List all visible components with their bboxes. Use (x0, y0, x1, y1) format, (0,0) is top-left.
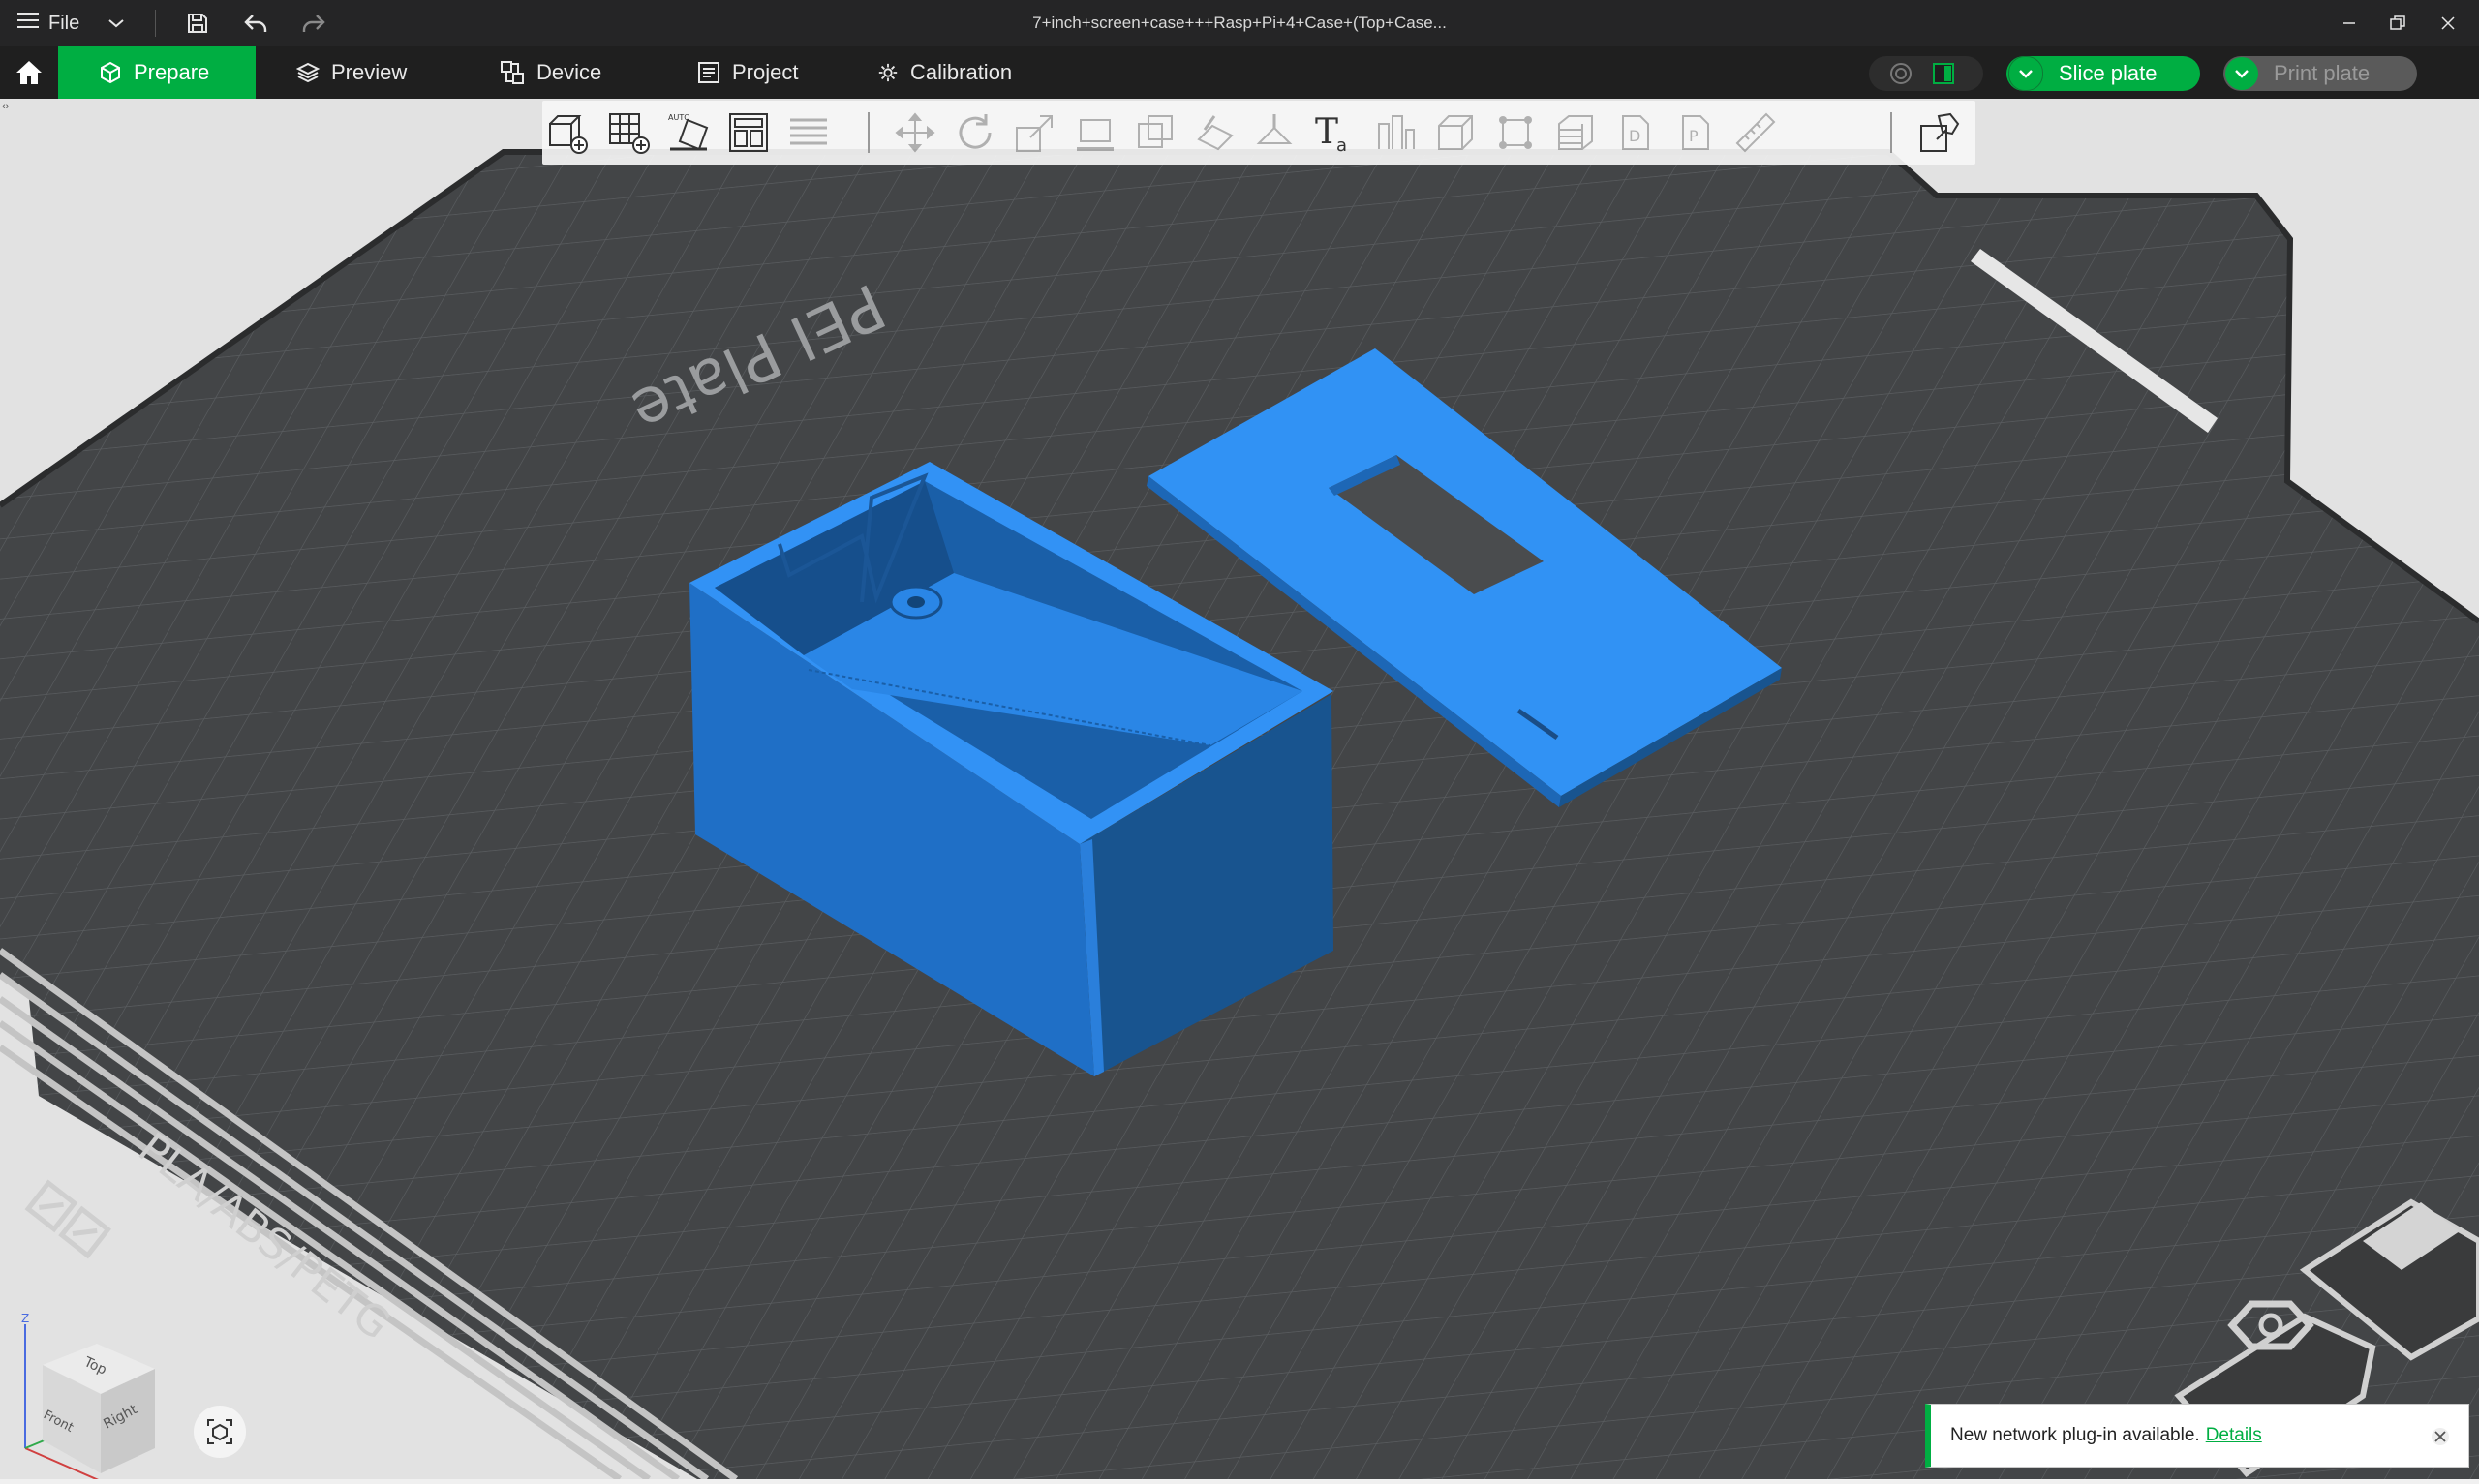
part-icon[interactable]: D (1611, 108, 1660, 157)
text-icon[interactable]: Ta (1311, 108, 1360, 157)
title-separator (155, 10, 156, 37)
tab-label: Preview (331, 60, 408, 84)
menu-icon[interactable] (17, 12, 39, 35)
redo-icon[interactable] (298, 8, 329, 39)
split-to-layers-icon[interactable] (784, 108, 833, 157)
restore-icon[interactable] (2374, 0, 2421, 46)
assembly-view-icon[interactable] (1915, 108, 1964, 157)
measure-box-icon[interactable] (1371, 108, 1420, 157)
print-plate-button[interactable]: Print plate (2223, 56, 2417, 91)
chevron-down-icon[interactable] (2225, 57, 2258, 90)
undo-icon[interactable] (240, 8, 271, 39)
title-bar: File 7+inch+screen+case+++Rasp+Pi+4+Case… (0, 0, 2479, 46)
notification-details-link[interactable]: Details (2206, 1425, 2262, 1446)
auto-orient-icon[interactable]: AUTO (664, 108, 713, 157)
calibration-icon (878, 63, 898, 82)
slice-plate-label: Slice plate (2059, 61, 2158, 85)
add-object-icon[interactable] (544, 108, 593, 157)
object-toolbar: AUTO Ta D P (542, 101, 1975, 165)
print-plate-label: Print plate (2274, 61, 2371, 85)
svg-text:D: D (1629, 127, 1640, 145)
variable-layer-icon[interactable] (1551, 108, 1600, 157)
z-axis-label: Z (21, 1312, 29, 1325)
fit-view-icon (207, 1419, 232, 1444)
home-icon (16, 61, 42, 84)
tab-label: Device (536, 60, 602, 84)
layers-icon (296, 62, 320, 83)
close-icon[interactable] (2424, 1420, 2457, 1453)
sidebar-expand-icon[interactable]: ‹› (2, 101, 17, 116)
build-plate-scene[interactable]: PEI Plate PLA/ABS/PETG (0, 99, 2479, 1479)
ruler-icon[interactable] (1731, 108, 1780, 157)
modifier-icon[interactable]: P (1671, 108, 1720, 157)
notification-message: New network plug-in available. (1950, 1425, 2200, 1445)
3d-viewport[interactable]: PEI Plate PLA/ABS/PETG (0, 99, 2479, 1479)
tab-label: Prepare (134, 60, 210, 84)
network-status-icon[interactable] (1888, 61, 1913, 86)
scale-icon[interactable] (1011, 108, 1059, 157)
tab-label: Calibration (910, 60, 1013, 84)
close-icon[interactable] (2425, 0, 2471, 46)
assembly-icon[interactable] (1431, 108, 1480, 157)
boolean-icon[interactable] (1191, 108, 1240, 157)
tab-project[interactable]: Project (697, 46, 798, 99)
brim-ears-icon[interactable] (1491, 108, 1540, 157)
chevron-down-icon[interactable] (2008, 56, 2043, 91)
svg-text:T: T (1315, 112, 1338, 152)
add-plate-icon[interactable] (604, 108, 653, 157)
tab-preview[interactable]: Preview (296, 46, 407, 99)
arrange-icon[interactable] (724, 108, 773, 157)
tab-prepare[interactable]: Prepare (58, 46, 256, 99)
slice-plate-button[interactable]: Slice plate (2006, 56, 2200, 91)
lay-on-face-icon[interactable] (1071, 108, 1119, 157)
plate-sidebar-icon[interactable] (1933, 63, 1954, 84)
save-icon[interactable] (182, 8, 213, 39)
minimize-icon[interactable] (2326, 0, 2372, 46)
tab-calibration[interactable]: Calibration (877, 46, 1012, 99)
plugin-notification: New network plug-in available. Details (1925, 1404, 2469, 1468)
chevron-down-icon[interactable] (101, 8, 132, 39)
move-icon[interactable] (891, 108, 939, 157)
tab-label: Project (732, 60, 799, 84)
main-nav: Prepare Preview Device Project Calibrati… (0, 46, 2479, 99)
toolbar-divider (1890, 112, 1892, 153)
cut-icon[interactable] (1131, 108, 1179, 157)
svg-text:P: P (1689, 127, 1699, 145)
window-title: 7+inch+screen+case+++Rasp+Pi+4+Case+(Top… (1032, 14, 1447, 32)
cube-icon (101, 61, 120, 84)
view-cube[interactable]: Z Top Front Right (14, 1305, 168, 1482)
home-button[interactable] (10, 55, 48, 90)
plate-logo (24, 1179, 111, 1259)
device-icon (501, 61, 524, 84)
support-paint-icon[interactable] (1251, 108, 1300, 157)
file-label[interactable]: File (48, 13, 79, 35)
file-menu[interactable]: File (17, 0, 79, 46)
toolbar-divider (868, 112, 870, 153)
view-toggle[interactable] (1869, 56, 1983, 91)
rotate-icon[interactable] (951, 108, 999, 157)
fit-view-button[interactable] (194, 1406, 246, 1458)
svg-text:a: a (1336, 136, 1347, 155)
project-icon (698, 62, 719, 83)
tab-device[interactable]: Device (500, 46, 601, 99)
